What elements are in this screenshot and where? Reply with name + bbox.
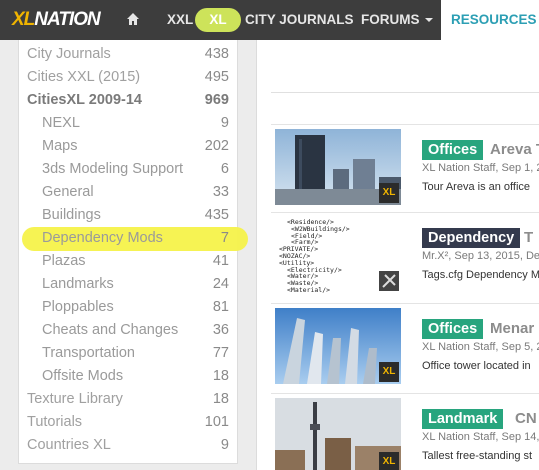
category-count: 18 [212, 368, 229, 384]
site-logo[interactable]: XLNATION [12, 9, 101, 31]
category-label: Dependency Mods [42, 230, 163, 246]
category-label: Countries XL [27, 437, 111, 453]
category-label: Cities XXL (2015) [27, 69, 141, 85]
category-tag[interactable]: Landmark [422, 409, 504, 429]
page: XLNATION XXL XL CITY JOURNALS FORUMS RES… [0, 0, 539, 470]
sidebar-category-item[interactable]: Ploppables 81 [42, 296, 229, 319]
category-sidebar: City Journals 438 Cities XXL (2015) 495 Citi… [18, 40, 248, 464]
nav-city-journals[interactable]: CITY JOURNALS [245, 0, 354, 40]
category-count: 18 [212, 391, 229, 407]
resource-description: Tallest free-standing st [422, 450, 533, 462]
category-tag[interactable]: Offices [422, 319, 484, 339]
category-count: 495 [204, 69, 229, 85]
resource-thumbnail[interactable]: <Residence/> <W2WBuildings/> <Field/> <Farm… [275, 217, 401, 293]
sidebar-category-item[interactable]: NEXL 9 [42, 112, 229, 135]
category-count: 438 [204, 46, 229, 62]
resource-title[interactable]: T [524, 228, 533, 248]
nav-resources[interactable]: RESOURCES [441, 0, 539, 40]
code-line: <Material/> [287, 285, 331, 293]
category-count: 77 [212, 345, 229, 361]
category-label: Cheats and Changes [42, 322, 179, 338]
mod-badge [379, 271, 399, 291]
category-count: 9 [220, 115, 229, 131]
resource-thumbnail[interactable]: XL [275, 308, 401, 384]
resource-title[interactable]: Areva T [490, 140, 539, 160]
sidebar-category-item[interactable]: Offsite Mods 18 [42, 365, 229, 388]
category-label: Transportation [42, 345, 135, 361]
resource-description: Tags.cfg Dependency M [422, 269, 539, 281]
category-count: 9 [220, 437, 229, 453]
resource-card[interactable]: XL Offices Areva T XL Nation Staff, Sep … [271, 124, 539, 210]
category-label: Tutorials [27, 414, 83, 430]
sidebar-category-item[interactable]: Texture Library 18 [27, 388, 229, 411]
category-label: General [42, 184, 94, 200]
sidebar-category-item[interactable]: City Journals 438 [27, 43, 229, 66]
resource-title[interactable]: Menar [490, 319, 534, 339]
category-label: Ploppables [42, 299, 114, 315]
category-tag[interactable]: Offices [422, 140, 484, 160]
sidebar-category-item[interactable]: Buildings 435 [42, 204, 229, 227]
nav-xxl[interactable]: XXL [167, 0, 193, 40]
resource-card[interactable]: XL Landmark CN XL Nation Staff, Sep 14, … [271, 393, 539, 470]
resource-thumbnail[interactable]: XL [275, 398, 401, 470]
category-count: 41 [212, 253, 229, 269]
cities-xl-badge: XL [379, 452, 399, 470]
resource-meta: XL Nation Staff, Sep 1, 2 [422, 162, 539, 174]
sidebar-category-item[interactable]: General 33 [42, 181, 229, 204]
category-count: 969 [204, 92, 229, 108]
resource-description: Tour Areva is an office [422, 181, 531, 193]
cities-xl-badge: XL [379, 362, 399, 382]
sidebar-category-item[interactable]: Maps 202 [42, 135, 229, 158]
category-count: 81 [212, 299, 229, 315]
category-label: Buildings [42, 207, 101, 223]
category-count: 101 [204, 414, 229, 430]
nav-forums-label: FORUMS [361, 12, 420, 27]
divider [271, 92, 539, 93]
category-label: NEXL [42, 115, 80, 131]
resource-meta: XL Nation Staff, Sep 14, [422, 431, 539, 443]
category-count: 36 [212, 322, 229, 338]
category-label: CitiesXL 2009-14 [27, 92, 142, 108]
resource-meta: Mr.X², Sep 13, 2015, De [422, 250, 539, 262]
home-icon[interactable] [126, 0, 142, 40]
category-count: 435 [204, 207, 229, 223]
category-count: 24 [212, 276, 229, 292]
top-nav-bar: XLNATION XXL XL CITY JOURNALS FORUMS RES… [0, 0, 539, 40]
code-snippet: <Residence/> <W2WBuildings/> <Field/> <Farm… [279, 219, 350, 293]
sidebar-category-item[interactable]: Countries XL 9 [27, 434, 229, 457]
category-label: 3ds Modeling Support [42, 161, 184, 177]
sidebar-category-item[interactable]: Tutorials 101 [27, 411, 229, 434]
category-count: 7 [220, 230, 229, 246]
sidebar-category-item[interactable]: CitiesXL 2009-14 969 [27, 89, 229, 112]
category-label: Landmarks [42, 276, 114, 292]
sidebar-category-item[interactable]: 3ds Modeling Support 6 [42, 158, 229, 181]
resource-thumbnail[interactable]: XL [275, 129, 401, 205]
category-label: Offsite Mods [42, 368, 124, 384]
chevron-down-icon [424, 18, 433, 23]
sidebar-category-item[interactable]: Landmarks 24 [42, 273, 229, 296]
sidebar-category-item[interactable]: Cities XXL (2015) 495 [27, 66, 229, 89]
sidebar-category-item[interactable]: Cheats and Changes 36 [42, 319, 229, 342]
category-label: Texture Library [27, 391, 123, 407]
logo-xl: XL [12, 9, 35, 30]
resource-card[interactable]: XL Offices Menar XL Nation Staff, Sep 5,… [271, 303, 539, 389]
resource-description: Office tower located in [422, 360, 531, 372]
category-count: 202 [204, 138, 229, 154]
category-label: City Journals [27, 46, 111, 62]
resource-card[interactable]: <Residence/> <W2WBuildings/> <Field/> <Farm… [271, 212, 539, 298]
category-label: Maps [42, 138, 78, 154]
nav-xl[interactable]: XL [195, 8, 241, 32]
resource-title[interactable]: CN [515, 409, 537, 429]
sidebar-category-item[interactable]: Plazas 41 [42, 250, 229, 273]
logo-nation: NATION [34, 9, 100, 30]
category-count: 33 [212, 184, 229, 200]
sidebar-category-item[interactable]: Transportation 77 [42, 342, 229, 365]
category-label: Plazas [42, 253, 86, 269]
category-count: 6 [220, 161, 229, 177]
category-tag[interactable]: Dependency [422, 228, 521, 248]
sidebar-category-item[interactable]: Dependency Mods 7 [42, 227, 229, 250]
cities-xl-badge: XL [379, 183, 399, 203]
nav-forums[interactable]: FORUMS [361, 0, 433, 40]
resource-meta: XL Nation Staff, Sep 5, 2 [422, 341, 539, 353]
